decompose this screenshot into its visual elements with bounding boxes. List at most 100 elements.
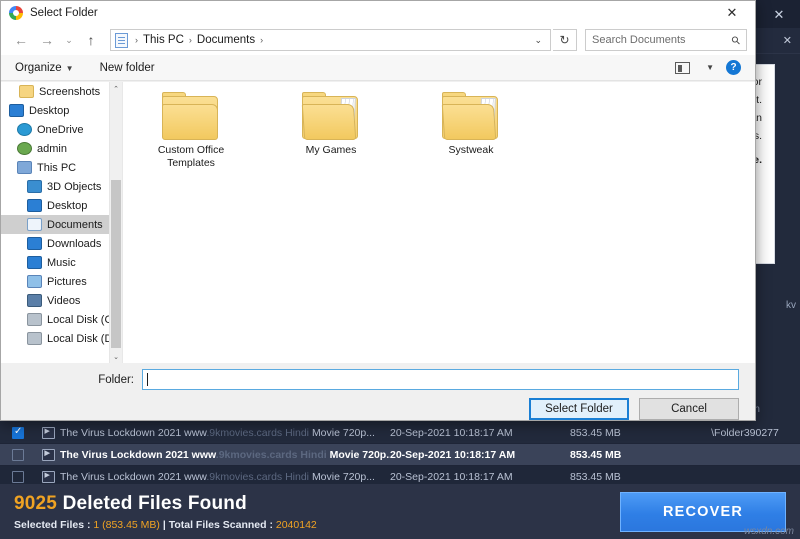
navigation-tree[interactable]: Screenshots Desktop OneDrive admin This PC 3D… [1,82,123,363]
tree-item-onedrive[interactable]: OneDrive [1,120,122,139]
table-row[interactable]: The Virus Lockdown 2021 www.9kmovies.car… [0,422,800,444]
tree-item-admin[interactable]: admin [1,139,122,158]
cancel-button[interactable]: Cancel [639,398,739,420]
tree-item-desktop[interactable]: Desktop [1,196,122,215]
tree-item-label: Music [47,256,76,269]
tree-item-local-disk-c[interactable]: Local Disk (C:) [1,310,122,329]
checkbox-checked-icon[interactable] [12,426,24,439]
select-folder-button[interactable]: Select Folder [529,398,629,420]
desktop-icon [27,199,42,212]
table-row[interactable]: The Virus Lockdown 2021 www.9kmovies.car… [0,444,800,466]
file-name-suffix: Movie 720p... [311,470,375,483]
deleted-files-headline: 9025 Deleted Files Found [14,493,317,515]
video-file-icon [36,448,60,461]
tree-item-screenshots[interactable]: Screenshots [1,82,122,101]
search-input[interactable]: Search Documents ⚲ [585,29,747,51]
tree-item-label: Videos [47,294,81,307]
panel-close-icon[interactable]: ✕ [783,34,792,47]
tree-scrollbar[interactable]: ⌃ ⌄ [109,82,122,363]
back-icon[interactable]: ← [9,28,33,52]
file-pane[interactable]: Custom Office Templates My Games Systweak [123,82,755,363]
breadcrumb-item-this-pc[interactable]: This PC [143,34,184,46]
tree-item-label: Desktop [47,199,88,212]
command-bar: Organize ▼ New folder ▼ ? [1,55,755,81]
selected-files-value: 1 (853.45 MB) [93,518,160,531]
up-icon[interactable]: ↑ [79,28,103,52]
checkbox-unchecked-icon[interactable] [12,448,24,461]
tree-item-downloads[interactable]: Downloads [1,234,122,253]
dialog-footer: Folder: Select Folder Cancel [1,363,755,420]
tree-item-desktop[interactable]: Desktop [1,101,122,120]
file-name-dim: .9kmovies.cards Hindi [215,448,330,461]
tree-item-label: 3D Objects [47,180,102,193]
help-icon[interactable]: ? [726,60,741,75]
file-name: The Virus Lockdown 2021 www.9kmovies.car… [60,449,390,461]
folder-input[interactable] [142,369,739,390]
folder-item[interactable]: Custom Office Templates [143,92,239,170]
search-icon[interactable]: ⚲ [729,33,743,47]
tree-item-this-pc[interactable]: This PC [1,158,122,177]
tree-item-label: Downloads [47,237,102,250]
scanned-files-label: Total Files Scanned : [168,518,276,531]
breadcrumb-item-documents[interactable]: Documents [197,34,255,46]
videos-icon [27,294,42,307]
tree-item-3d-objects[interactable]: 3D Objects [1,177,122,196]
desktop-icon [9,104,24,117]
text-caret [147,373,148,386]
breadcrumb-separator: › [260,35,264,45]
folder-item[interactable]: Systweak [423,92,519,170]
folder-icon [162,92,220,140]
organize-button[interactable]: Organize ▼ [15,62,74,74]
file-size: 853.45 MB [570,448,622,461]
tree-item-local-disk-d[interactable]: Local Disk (D:) [1,329,122,348]
tree-item-pictures[interactable]: Pictures [1,272,122,291]
chevron-down-icon: ▼ [65,63,74,73]
tree-item-label: Documents [47,218,103,231]
navigation-bar: ← → ⌄ ↑ › This PC › Documents › ⌄ ↻ Sear… [1,25,755,55]
file-name-dim: .9kmovies.cards Hindi [206,470,312,483]
row-checkbox[interactable] [0,448,36,461]
new-folder-button[interactable]: New folder [100,62,155,74]
forward-icon[interactable]: → [35,28,59,52]
change-view-icon[interactable] [675,61,691,74]
scanned-files-value: 2040142 [275,518,317,531]
folder-label: Systweak [448,144,494,156]
selection-summary: Selected Files : 1 (853.45 MB) | Total F… [14,519,317,531]
status-text-group: 9025 Deleted Files Found Selected Files … [14,493,317,531]
dialog-close-icon[interactable]: ✕ [711,1,753,25]
folder-item[interactable]: My Games [283,92,379,170]
select-folder-dialog[interactable]: Select Folder ✕ ← → ⌄ ↑ › This PC › Docu… [0,0,756,421]
tree-item-videos[interactable]: Videos [1,291,122,310]
chevron-down-icon[interactable]: ▼ [706,63,714,72]
scroll-up-icon[interactable]: ⌃ [110,82,122,95]
folder-icon [441,92,500,140]
tree-item-music[interactable]: Music [1,253,122,272]
checkbox-unchecked-icon[interactable] [12,470,24,483]
tree-item-label: This PC [37,161,77,174]
recent-locations-icon[interactable]: ⌄ [61,28,77,52]
scroll-down-icon[interactable]: ⌄ [110,350,122,363]
harddrive-icon [27,313,42,326]
dialog-title: Select Folder [30,7,98,19]
chevron-down-icon[interactable]: ⌄ [534,35,546,46]
3dobjects-icon [27,180,42,193]
watermark: wsxdn.com [743,526,794,537]
tree-item-documents[interactable]: Documents [1,215,122,234]
folder-label: My Games [305,144,357,156]
breadcrumb[interactable]: › This PC › Documents › ⌄ [110,29,551,51]
file-name-prefix: The Virus Lockdown 2021 www [60,426,207,439]
pictures-icon [27,275,42,288]
chrome-icon [9,6,23,20]
refresh-icon[interactable]: ↻ [553,29,577,51]
close-icon[interactable]: ✕ [764,3,794,25]
file-name: The Virus Lockdown 2021 www.9kmovies.car… [60,471,390,483]
folder-label: Custom Office Templates [157,144,225,169]
scrollbar-thumb[interactable] [111,180,121,348]
row-checkbox[interactable] [0,426,36,439]
tree-item-label: Pictures [47,275,87,288]
media-extension-fragment: kv [786,300,796,311]
file-size: 853.45 MB [570,470,621,483]
row-checkbox[interactable] [0,470,36,483]
status-bar: 9025 Deleted Files Found Selected Files … [0,484,800,539]
folder-label: Folder: [98,373,134,386]
